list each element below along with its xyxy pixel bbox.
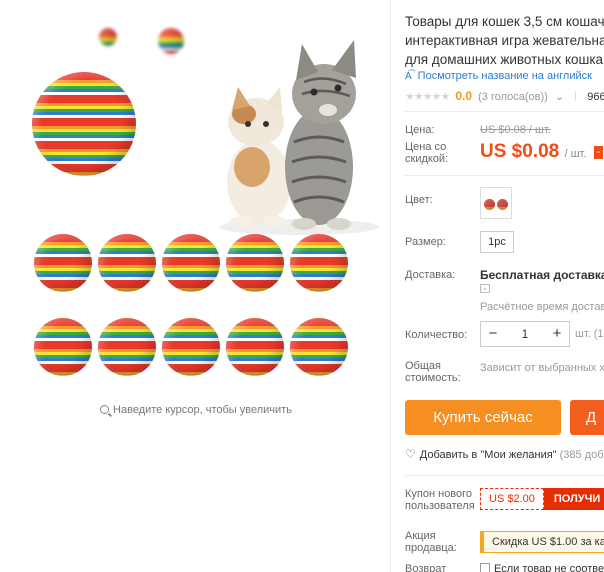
color-swatch[interactable] [480, 187, 512, 219]
ball-grid-r2-c4 [226, 318, 284, 376]
rating-separator [575, 91, 577, 101]
ball-small-1 [99, 28, 117, 46]
new-user-coupon-label: Купон нового пользователя [405, 488, 475, 512]
size-option-1pc[interactable]: 1pc [480, 231, 514, 253]
new-user-coupon: US $2.00 ПОЛУЧИ [480, 488, 604, 510]
ball-grid-r2-c3 [162, 318, 220, 376]
magnifier-icon [100, 405, 110, 414]
quantity-input[interactable]: 1 [505, 327, 545, 341]
color-label: Цвет: [405, 194, 433, 206]
discount-price-label-line-1: Цена со [405, 141, 447, 153]
ball-grid-r2-c5 [290, 318, 348, 376]
product-title-line-3: для домашних животных кошка [405, 52, 604, 67]
divider-1 [405, 111, 604, 112]
seller-promo-label: Акция продавца: [405, 530, 457, 554]
coupon-label-line-1: Купон нового [405, 488, 473, 500]
guarantee-option[interactable]: Если товар не соотве [480, 563, 604, 572]
zoom-hint-text: Наведите курсор, чтобы увеличить [113, 404, 292, 416]
quantity-plus-button[interactable]: + [545, 322, 569, 346]
translate-title-link[interactable]: A͡ Посмотреть название на английск [405, 70, 592, 82]
shipping-estimate: Расчётное время доставк [480, 301, 604, 313]
product-gallery: Наведите курсор, чтобы увеличить [0, 0, 392, 572]
ball-grid-r2-c1 [34, 318, 92, 376]
ball-grid-r1-c2 [98, 234, 156, 292]
buy-now-button[interactable]: Купить сейчас [405, 400, 561, 435]
ball-grid-r2-c2 [98, 318, 156, 376]
product-info: Товары для кошек 3,5 см кошачь интеракти… [405, 0, 604, 572]
rating-votes-link[interactable]: (3 голоса(ов)) [478, 91, 548, 103]
total-label-line-1: Общая [405, 360, 441, 372]
kittens-illustration [219, 40, 379, 235]
wishlist-label: Добавить в "Мои желания" [419, 449, 557, 461]
product-title-line-2: интерактивная игра жевательна [405, 33, 604, 48]
guarantee-checkbox-icon [480, 563, 490, 572]
seller-promo-label-line-1: Акция [405, 530, 436, 542]
swatch-ball-2 [497, 199, 508, 210]
heart-icon: ♡ [405, 447, 416, 461]
shipping-value[interactable]: Бесплатная доставка в [480, 268, 604, 282]
rating-stars-icon: ★★★★★ [405, 91, 450, 103]
rating-chevron-down-icon[interactable]: ⌄ [555, 91, 564, 103]
price-label: Цена: [405, 124, 435, 136]
divider-2 [405, 175, 604, 176]
discount-price: US $0.08 / шт. - [480, 141, 604, 163]
coupon-value: US $2.00 [480, 488, 544, 510]
zoom-hint: Наведите курсор, чтобы увеличить [0, 404, 392, 416]
total-value: Зависит от выбранных хар [480, 362, 604, 374]
total-label: Общая стоимость: [405, 360, 461, 384]
get-coupon-button[interactable]: ПОЛУЧИ [543, 488, 604, 510]
column-divider [390, 0, 391, 572]
divider-3 [405, 475, 604, 476]
coupon-label-line-2: пользователя [405, 500, 475, 512]
ball-large [32, 72, 136, 176]
product-main-image[interactable] [24, 20, 379, 386]
ball-grid-r1-c5 [290, 234, 348, 292]
price-unit: / шт. [564, 148, 587, 160]
translate-link-text: Посмотреть название на английск [417, 70, 592, 82]
discount-badge: - [593, 146, 604, 159]
quantity-label: Количество: [405, 329, 468, 341]
shipping-dropdown-icon[interactable]: ⌄ [480, 284, 490, 293]
quantity-stepper: − 1 + [480, 321, 570, 347]
add-to-cart-button[interactable]: Д [570, 400, 604, 435]
size-label: Размер: [405, 236, 446, 248]
ball-small-2 [158, 28, 184, 54]
seller-promo-label-line-2: продавца: [405, 542, 457, 554]
original-price: US $0.08 / шт. [480, 124, 551, 136]
ball-grid-r1-c1 [34, 234, 92, 292]
add-to-wishlist-link[interactable]: ♡ Добавить в "Мои желания" (385 доб [405, 447, 604, 461]
rating-row: ★★★★★ 0.0 (3 голоса(ов)) ⌄ 966 [405, 89, 604, 103]
discount-price-amount: US $0.08 [480, 141, 560, 162]
swatch-ball-1 [484, 199, 495, 210]
guarantee-label: Возврат [405, 563, 447, 572]
quantity-minus-button[interactable]: − [481, 322, 505, 346]
shipping-label: Доставка: [405, 269, 456, 281]
guarantee-text: Если товар не соотве [494, 563, 604, 572]
ball-grid-r1-c3 [162, 234, 220, 292]
product-title: Товары для кошек 3,5 см кошачь интеракти… [405, 12, 604, 69]
discount-price-label: Цена со скидкой: [405, 141, 448, 165]
translate-icon: A͡ [405, 71, 412, 82]
ball-grid-r1-c4 [226, 234, 284, 292]
product-title-line-1: Товары для кошек 3,5 см кошачь [405, 14, 604, 29]
quantity-unit: шт. (10 [575, 328, 604, 340]
seller-promo-badge[interactable]: Скидка US $1.00 за каж [480, 531, 604, 553]
rating-score: 0.0 [455, 89, 473, 103]
orders-count: 966 [587, 91, 604, 103]
discount-price-label-line-2: скидкой: [405, 153, 449, 165]
wishlist-count: (385 доб [559, 449, 604, 461]
total-label-line-2: стоимость: [405, 372, 461, 384]
